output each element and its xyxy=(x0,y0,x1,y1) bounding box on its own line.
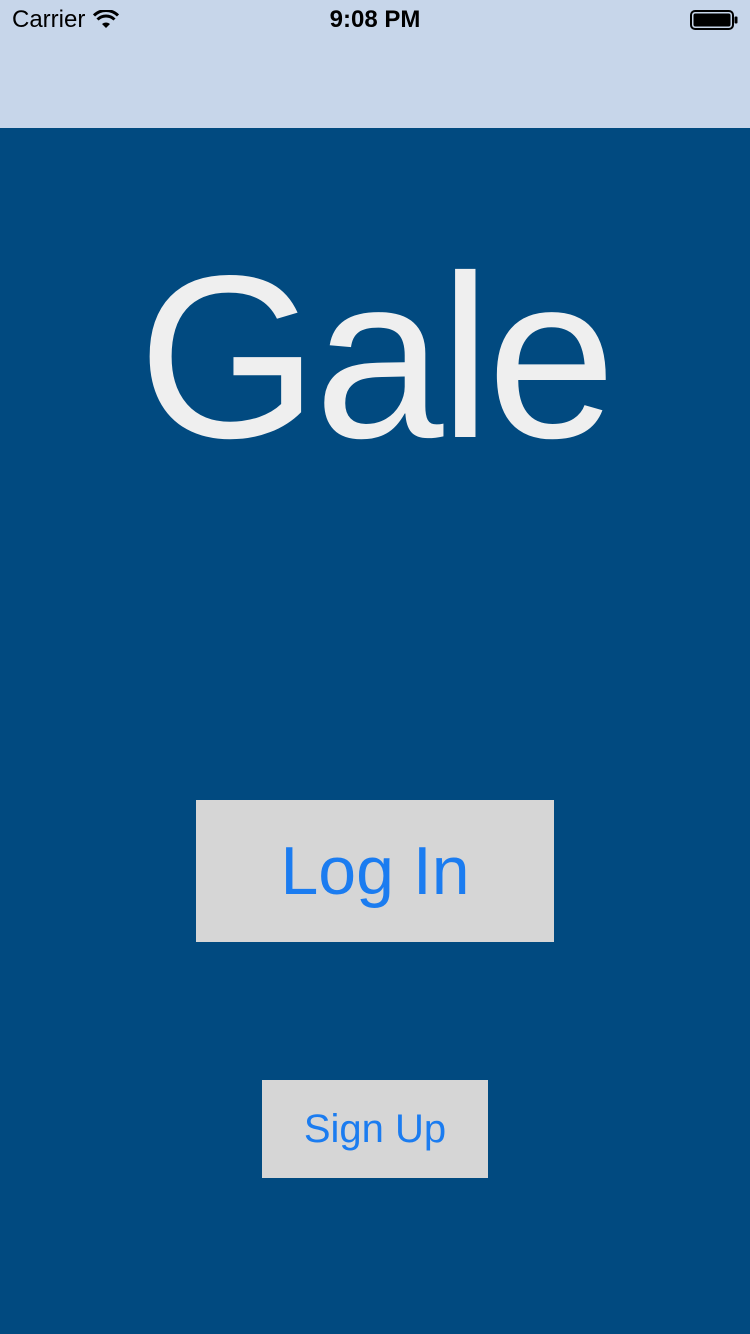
navigation-bar: Carrier 9:08 PM xyxy=(0,0,750,128)
signup-button[interactable]: Sign Up xyxy=(262,1080,488,1178)
status-bar: Carrier 9:08 PM xyxy=(0,0,750,40)
app-title: Gale xyxy=(137,228,616,487)
battery-full-icon xyxy=(690,10,738,30)
status-time: 9:08 PM xyxy=(329,6,421,33)
welcome-screen: Carrier 9:08 PM Gale Log In Sign Up xyxy=(0,0,750,1334)
login-button[interactable]: Log In xyxy=(196,800,554,942)
